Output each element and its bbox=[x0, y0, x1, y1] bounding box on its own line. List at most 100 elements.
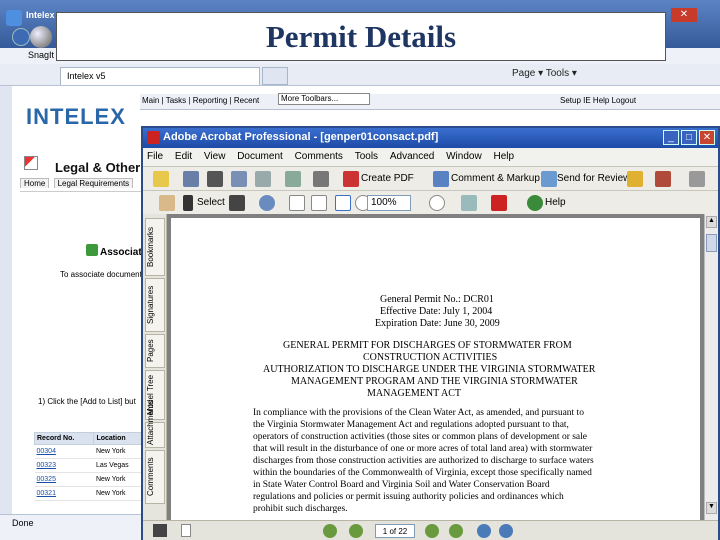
open-icon[interactable] bbox=[153, 171, 169, 187]
menu-tools[interactable]: Tools bbox=[355, 151, 378, 162]
browser-tab-label: Intelex v5 bbox=[67, 71, 106, 81]
print-icon[interactable] bbox=[207, 171, 223, 187]
previous-page-icon[interactable] bbox=[349, 524, 363, 538]
record-link[interactable]: 00325 bbox=[34, 472, 94, 487]
browser-tools-menu[interactable]: Page ▾ Tools ▾ bbox=[512, 68, 577, 79]
snapshot-icon[interactable] bbox=[229, 195, 245, 211]
sign-icon[interactable] bbox=[655, 171, 671, 187]
select-tool-button[interactable]: Select bbox=[197, 197, 225, 208]
actual-size-icon[interactable] bbox=[289, 195, 305, 211]
heading-line: GENERAL PERMIT FOR DISCHARGES OF STORMWA… bbox=[283, 340, 572, 351]
table-row[interactable]: 00304 New York bbox=[34, 444, 146, 459]
record-link[interactable]: 00323 bbox=[34, 458, 94, 473]
fit-width-icon[interactable] bbox=[335, 195, 351, 211]
body-line: that will result in the disturbance of o… bbox=[253, 444, 593, 454]
help-icon[interactable] bbox=[527, 195, 543, 211]
body-line: in State Water Control Board and Virgini… bbox=[253, 480, 550, 490]
save-icon[interactable] bbox=[183, 171, 199, 187]
menu-comments[interactable]: Comments bbox=[295, 151, 343, 162]
toolbars-dropdown[interactable]: More Toolbars... bbox=[278, 93, 370, 105]
acrobat-title-bar: Adobe Acrobat Professional - [genper01co… bbox=[143, 128, 718, 148]
pdf-page: General Permit No.: DCR01 Effective Date… bbox=[171, 218, 700, 520]
organizer-icon[interactable] bbox=[255, 171, 271, 187]
intelex-logo: INTELEX bbox=[26, 104, 126, 129]
tab-home[interactable]: Home bbox=[20, 178, 50, 188]
tab-signatures[interactable]: Signatures bbox=[145, 278, 165, 332]
acrobat-toolbar-2: Select 100% Help bbox=[143, 190, 718, 214]
body-line: In compliance with the provisions of the… bbox=[253, 408, 584, 418]
record-link[interactable]: 00321 bbox=[34, 486, 94, 501]
next-view-icon[interactable] bbox=[499, 524, 513, 538]
send-review-icon[interactable] bbox=[541, 171, 557, 187]
create-pdf-button[interactable]: Create PDF bbox=[361, 173, 414, 184]
minimize-button[interactable]: _ bbox=[663, 130, 679, 145]
document-viewport[interactable]: General Permit No.: DCR01 Effective Date… bbox=[167, 214, 704, 520]
back-button[interactable] bbox=[12, 28, 30, 46]
yahoo-icon[interactable] bbox=[491, 195, 507, 211]
scroll-up-icon[interactable]: ▲ bbox=[706, 216, 717, 228]
acrobat-window: Adobe Acrobat Professional - [genper01co… bbox=[141, 126, 720, 540]
email-icon[interactable] bbox=[231, 171, 247, 187]
tab-comments[interactable]: Comments bbox=[145, 450, 165, 504]
menu-view[interactable]: View bbox=[204, 151, 226, 162]
last-page-icon[interactable] bbox=[449, 524, 463, 538]
status-text: Done bbox=[12, 518, 34, 528]
scroll-thumb[interactable] bbox=[706, 234, 717, 252]
add-icon bbox=[86, 244, 98, 256]
comment-markup-button[interactable]: Comment & Markup bbox=[451, 173, 540, 184]
tab-legal-requirements[interactable]: Legal Requirements bbox=[53, 178, 134, 188]
navigation-panel-tabs: Bookmarks Signatures Pages Model Tree At… bbox=[143, 214, 167, 520]
acrobat-icon bbox=[147, 131, 160, 144]
table-row[interactable]: 00321 New York bbox=[34, 486, 146, 501]
menu-window[interactable]: Window bbox=[446, 151, 482, 162]
rotate-icon[interactable] bbox=[461, 195, 477, 211]
close-button[interactable]: ✕ bbox=[699, 130, 715, 145]
page-number-field[interactable]: 1 of 22 bbox=[375, 524, 415, 538]
tab-pages[interactable]: Pages bbox=[145, 334, 165, 368]
hand-tool-icon[interactable] bbox=[159, 195, 175, 211]
record-link[interactable]: 00304 bbox=[34, 444, 94, 459]
zoom-icon[interactable] bbox=[259, 195, 275, 211]
tab-attachments[interactable]: Attachments bbox=[145, 401, 165, 448]
previous-view-icon[interactable] bbox=[477, 524, 491, 538]
select-cursor-icon[interactable] bbox=[183, 195, 193, 211]
column-header-record[interactable]: Record No. bbox=[33, 432, 95, 445]
first-page-icon[interactable] bbox=[323, 524, 337, 538]
attach-icon[interactable] bbox=[285, 171, 301, 187]
snagit-label[interactable]: SnagIt bbox=[28, 50, 54, 60]
create-pdf-icon[interactable] bbox=[343, 171, 359, 187]
menu-help[interactable]: Help bbox=[493, 151, 514, 162]
maximize-button[interactable]: □ bbox=[681, 130, 697, 145]
help-button[interactable]: Help bbox=[545, 197, 566, 208]
slide-title-box: Permit Details bbox=[56, 12, 666, 61]
comment-icon[interactable] bbox=[433, 171, 449, 187]
browser-tab[interactable]: Intelex v5 bbox=[60, 67, 260, 85]
fit-page-icon[interactable] bbox=[311, 195, 327, 211]
menu-advanced[interactable]: Advanced bbox=[390, 151, 434, 162]
zoom-in-icon[interactable] bbox=[429, 195, 445, 211]
table-row[interactable]: 00325 New York bbox=[34, 472, 146, 487]
zoom-input[interactable]: 100% bbox=[367, 195, 411, 211]
acrobat-toolbar-1: Create PDF Comment & Markup Send for Rev… bbox=[143, 166, 718, 190]
body-line: prohibit such discharges. bbox=[253, 504, 348, 514]
send-review-button[interactable]: Send for Review bbox=[557, 173, 630, 184]
secure-icon[interactable] bbox=[627, 171, 643, 187]
find-icon[interactable] bbox=[313, 171, 329, 187]
heading-line: MANAGEMENT PROGRAM AND THE VIRGINIA STOR… bbox=[291, 376, 578, 387]
expiration-date: Expiration Date: June 30, 2009 bbox=[375, 318, 500, 329]
intelex-setup-links[interactable]: Setup IE Help Logout bbox=[560, 96, 636, 105]
tab-bookmarks[interactable]: Bookmarks bbox=[145, 218, 165, 276]
column-header-location[interactable]: Location bbox=[93, 432, 146, 445]
vertical-scrollbar[interactable]: ▲ ▼ bbox=[704, 214, 718, 520]
menu-document[interactable]: Document bbox=[237, 151, 283, 162]
forms-icon[interactable] bbox=[689, 171, 705, 187]
menu-edit[interactable]: Edit bbox=[175, 151, 192, 162]
table-row[interactable]: 00323 Las Vegas bbox=[34, 458, 146, 473]
close-icon[interactable]: ✕ bbox=[671, 8, 697, 22]
menu-file[interactable]: File bbox=[147, 151, 163, 162]
body-line: regulations and policies or permit issui… bbox=[253, 492, 564, 502]
scroll-down-icon[interactable]: ▼ bbox=[706, 502, 717, 514]
new-tab-button[interactable] bbox=[262, 67, 288, 85]
intelex-nav-items[interactable]: Main | Tasks | Reporting | Recent bbox=[142, 96, 259, 105]
next-page-icon[interactable] bbox=[425, 524, 439, 538]
